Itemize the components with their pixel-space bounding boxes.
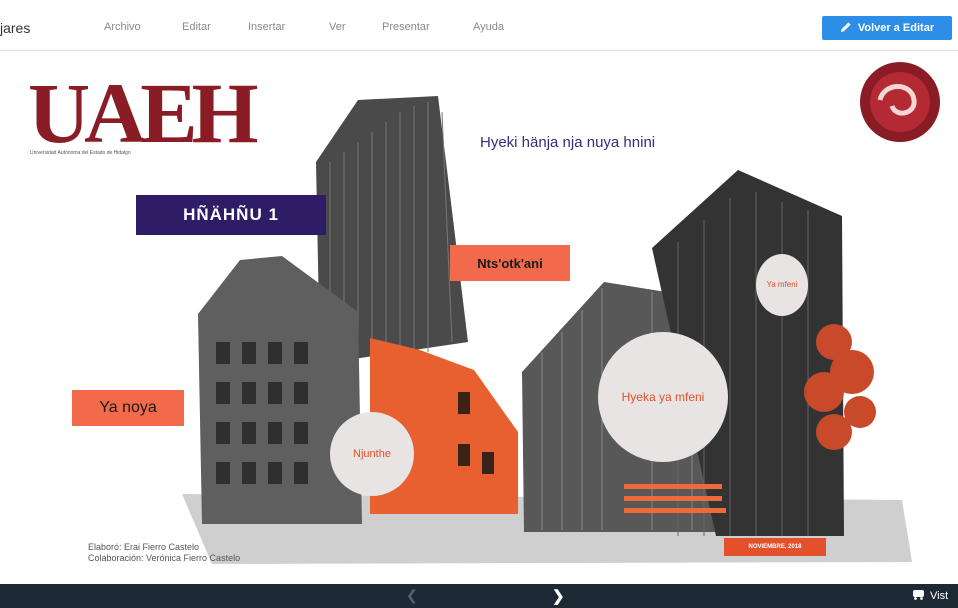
pencil-icon [840,21,852,36]
menu-archivo[interactable]: Archivo [104,21,141,33]
nts-otkani-box[interactable]: Nts'otk'ani [450,245,570,281]
bus-icon [912,589,925,603]
uaeh-caption: Universidad Autónoma del Estado de Hidal… [30,150,131,156]
credits: Elaboró: Erai Fierro Castelo Colaboració… [88,542,240,564]
app-title: jares [0,20,31,36]
menu-presentar[interactable]: Presentar [382,21,430,33]
edit-button-label: Volver a Editar [857,22,935,34]
header-text: Hyeki hänja nja nuya hnini [480,134,656,151]
swirl-logo [860,62,940,142]
date-tag: NOVIEMBRE, 2018 [724,538,826,556]
menu-bar: jares Archivo Editar Insertar Ver Presen… [0,0,958,51]
uaeh-logo: UAEH [28,65,258,161]
menu-insertar[interactable]: Insertar [248,21,285,33]
bench [624,484,726,513]
hyeka-label: Hyeka ya mfeni [621,390,705,404]
slide-canvas: UAEH Universidad Autónoma del Estado de … [12,52,958,584]
ya-mfeni-label: Ya mfeni [766,279,798,289]
view-button[interactable]: Vist [912,589,948,603]
menu-ayuda[interactable]: Ayuda [473,21,504,33]
menu-ver[interactable]: Ver [329,21,346,33]
edit-button[interactable]: Volver a Editar [822,16,952,40]
njunthe-label: Njunthe [353,448,391,460]
view-label: Vist [930,590,949,602]
njunthe-circle[interactable]: Njunthe [330,412,414,496]
credit-colaboracion: Colaboración: Verónica Fierro Castelo [88,553,241,563]
next-arrow-icon[interactable]: ❯ [552,587,565,605]
ya-mfeni-circle[interactable]: Ya mfeni [756,254,808,316]
presentation-nav-bar: ❮ ❯ Vist [0,584,958,608]
ya-noya-box[interactable]: Ya noya [72,390,184,426]
credit-elaboro: Elaboró: Erai Fierro Castelo [88,542,200,552]
hyeka-ya-mfeni-circle[interactable]: Hyeka ya mfeni [598,332,728,462]
previous-arrow-icon[interactable]: ❮ [406,587,418,604]
title-box[interactable]: HÑÄHÑU 1 [136,195,326,235]
menu-editar[interactable]: Editar [182,21,211,33]
